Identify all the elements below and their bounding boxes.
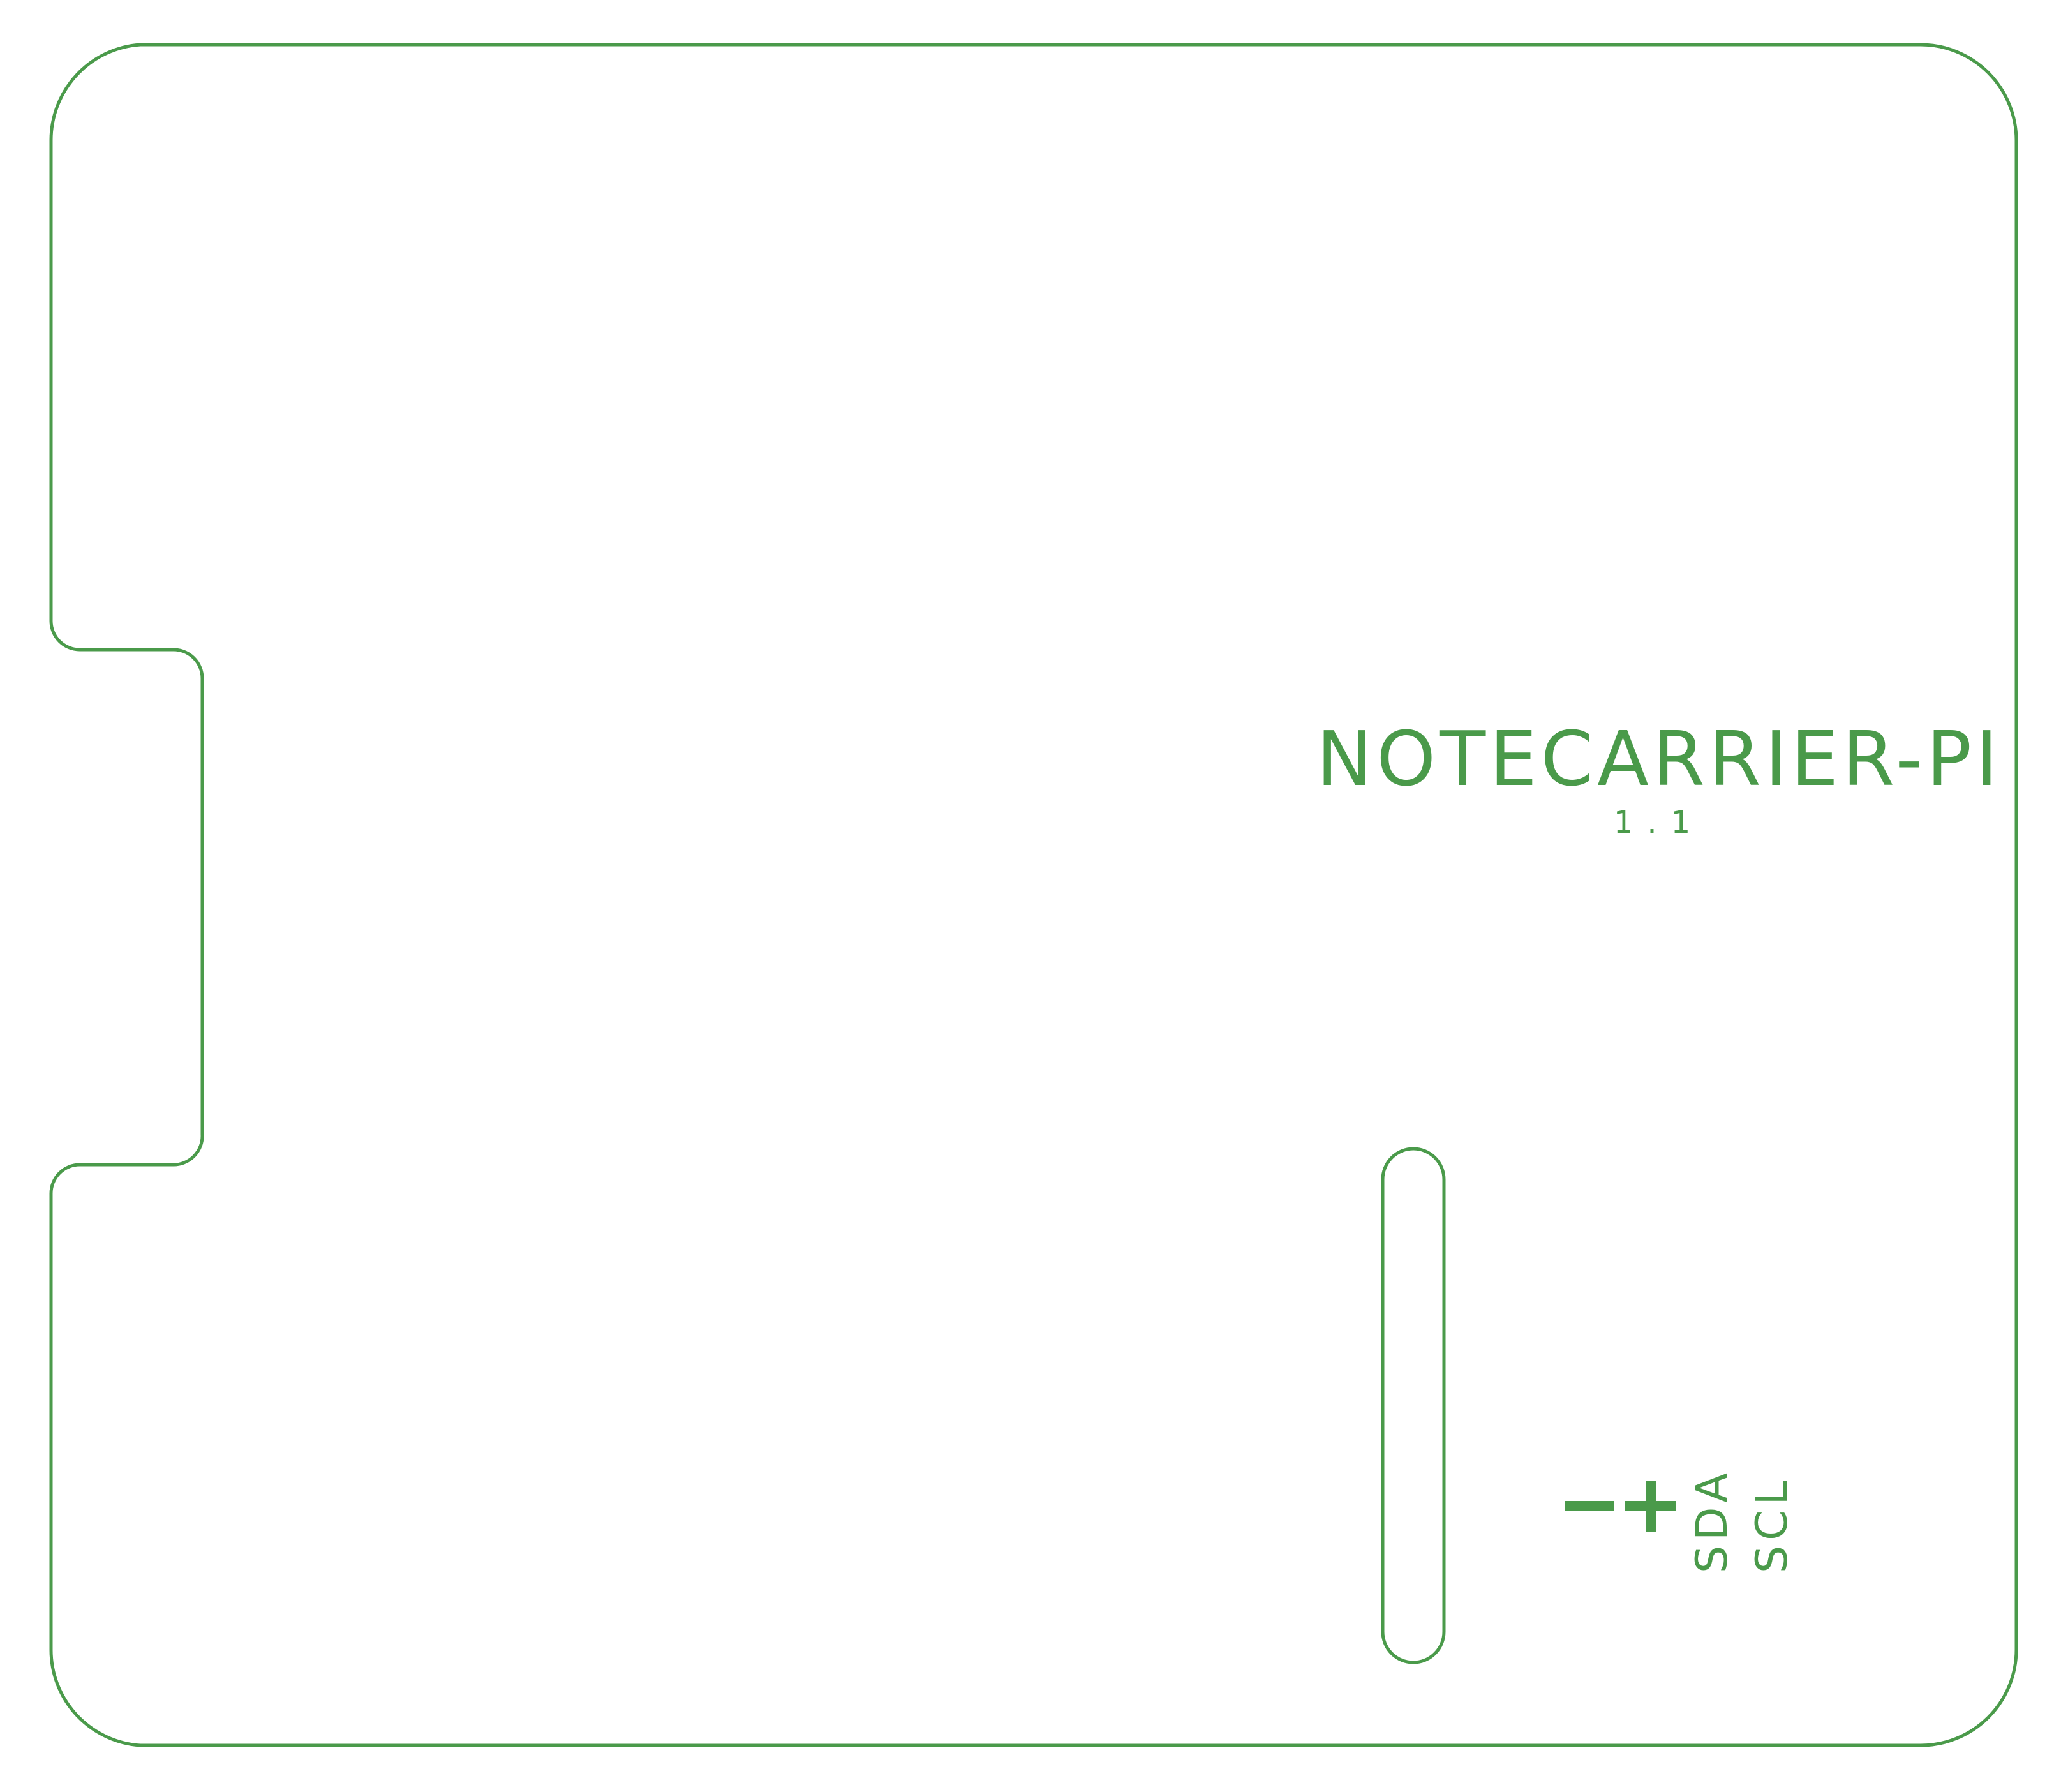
sda-label: SDA <box>1687 1468 1737 1573</box>
board-version: 1.1 <box>1614 805 1704 840</box>
pcb-board-drawing: NOTECARRIER-PI 1.1 − + SDA SCL <box>49 43 2018 1747</box>
plus-marking-v <box>1646 1481 1656 1532</box>
minus-marking <box>1565 1501 1614 1511</box>
slot-cutout <box>1381 1147 1446 1664</box>
board-title: NOTECARRIER-PI <box>1316 715 2002 803</box>
scl-label: SCL <box>1747 1475 1797 1573</box>
